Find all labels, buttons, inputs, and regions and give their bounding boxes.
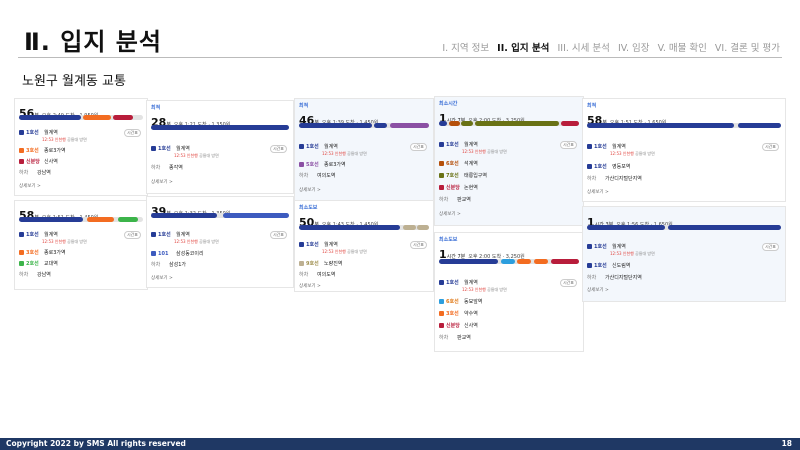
subway-icon: [587, 244, 592, 249]
subway-icon: [299, 242, 304, 247]
route-card[interactable]: 최적 28분오후 1:21 도착 · 1,350원 시간표 1호선월계역 12:…: [146, 100, 294, 194]
step-row: 1호선 월계역: [19, 129, 143, 136]
route-bar: [19, 115, 143, 120]
route-tag: 최적: [151, 105, 161, 111]
detail-link[interactable]: 상세보기 >: [587, 189, 609, 195]
footer: Copyright 2022 by SMS All rights reserve…: [0, 438, 800, 450]
subway-icon: [299, 162, 304, 167]
subway-icon: [19, 261, 24, 266]
subway-icon: [587, 263, 592, 268]
route-card[interactable]: 최소시간 1시간 7분오후 2:00 도착 · 3,250원 시간표 1호선월계…: [434, 96, 584, 226]
route-tag: 최적: [587, 103, 597, 109]
segment-line1: [19, 115, 81, 120]
section-nav: I. 지역 정보 II. 입지 분석 III. 시세 분석 IV. 임장 V. …: [437, 40, 780, 54]
route-tag: 최소시간: [439, 101, 458, 107]
detail-link[interactable]: 상세보기 >: [299, 187, 321, 193]
route-tag: 최소도보: [439, 237, 458, 243]
page-title: Ⅱ. 입지 분석: [24, 28, 162, 56]
route-card[interactable]: 최적 46분오후 1:39 도착 · 1,450원 시간표 1호선월계역 12:…: [294, 98, 434, 210]
subway-icon: [439, 161, 444, 166]
subway-icon: [439, 299, 444, 304]
subway-icon: [439, 311, 444, 316]
copyright: Copyright 2022 by SMS All rights reserve…: [6, 439, 186, 448]
nav-item-5[interactable]: V. 매물 확인: [658, 43, 707, 54]
route-bar: [299, 225, 429, 230]
route-bar: [299, 123, 429, 128]
detail-link[interactable]: 상세보기 >: [439, 211, 461, 217]
detail-link[interactable]: 상세보기 >: [19, 183, 41, 189]
route-card[interactable]: 39분오후 1:32 도착 · 1,350원 시간표 1호선월계역 12:53 …: [146, 196, 294, 288]
route-tag: 최소도보: [299, 205, 318, 211]
nav-item-6[interactable]: VI. 결론 및 평가: [715, 43, 780, 54]
route-bar: [439, 259, 579, 264]
subway-icon: [439, 142, 444, 147]
subway-icon: [587, 164, 592, 169]
step-row: 3호선 종로3가역: [19, 147, 143, 154]
subway-icon: [19, 130, 24, 135]
route-card[interactable]: 최소도보 1시간 7분 오후 2:00 도착 · 3,250원 시간표 1호선 월계…: [434, 232, 584, 352]
nav-item-2[interactable]: II. 입지 분석: [497, 43, 549, 54]
subway-icon: [439, 185, 444, 190]
subway-icon: [19, 232, 24, 237]
step-row: 하차 강남역: [19, 170, 51, 176]
detail-link[interactable]: 상세보기 >: [151, 179, 173, 185]
nav-item-4[interactable]: IV. 임장: [618, 43, 650, 54]
segment-line3: [83, 115, 111, 120]
subway-icon: [151, 146, 156, 151]
route-bar: [151, 125, 289, 130]
route-bar: [151, 213, 289, 218]
subway-icon: [151, 232, 156, 237]
route-bar: [439, 121, 579, 126]
bus-icon: [151, 251, 156, 256]
segment-sinbundang: [113, 115, 134, 120]
subway-icon: [299, 261, 304, 266]
route-card[interactable]: 최적 58분오후 1:51 도착 · 1,650원 시간표 1호선월계역 12:…: [582, 98, 786, 202]
nav-item-1[interactable]: I. 지역 정보: [442, 43, 489, 54]
section-subtitle: 노원구 월계동 교통: [22, 74, 126, 89]
route-card[interactable]: 58분오후 1:51 도착 · 1,450원 시간표 1호선월계역 12:53 …: [14, 200, 148, 290]
route-card[interactable]: 최소도보 50분오후 1:43 도착 · 1,450원 시간표 1호선월계역 1…: [294, 200, 434, 292]
route-bar: [587, 123, 781, 128]
header-divider: [18, 57, 782, 58]
route-tag: 최적: [299, 103, 309, 109]
subway-icon: [439, 323, 444, 328]
route-bar: [19, 217, 143, 222]
route-card[interactable]: 56분오후 2:49 도착 · 1,950원 시간표 1호선월계역 12:53 …: [14, 98, 148, 196]
detail-link[interactable]: 상세보기 >: [299, 283, 321, 289]
subway-icon: [587, 144, 592, 149]
nav-item-3[interactable]: III. 시세 분석: [557, 43, 609, 54]
detail-link[interactable]: 상세보기 >: [587, 287, 609, 293]
subway-icon: [19, 159, 24, 164]
route-card[interactable]: 1시간 3분오후 1:56 도착 · 1,650원 시간표 1호선월계역 12:…: [582, 206, 786, 302]
route-bar: [587, 225, 781, 230]
subway-icon: [19, 250, 24, 255]
subway-icon: [439, 173, 444, 178]
page-number: 18: [781, 439, 792, 448]
detail-link[interactable]: 상세보기 >: [151, 275, 173, 281]
subway-icon: [19, 148, 24, 153]
subway-icon: [439, 280, 444, 285]
subway-icon: [299, 144, 304, 149]
step-row: 신분당 신사역: [19, 158, 143, 165]
